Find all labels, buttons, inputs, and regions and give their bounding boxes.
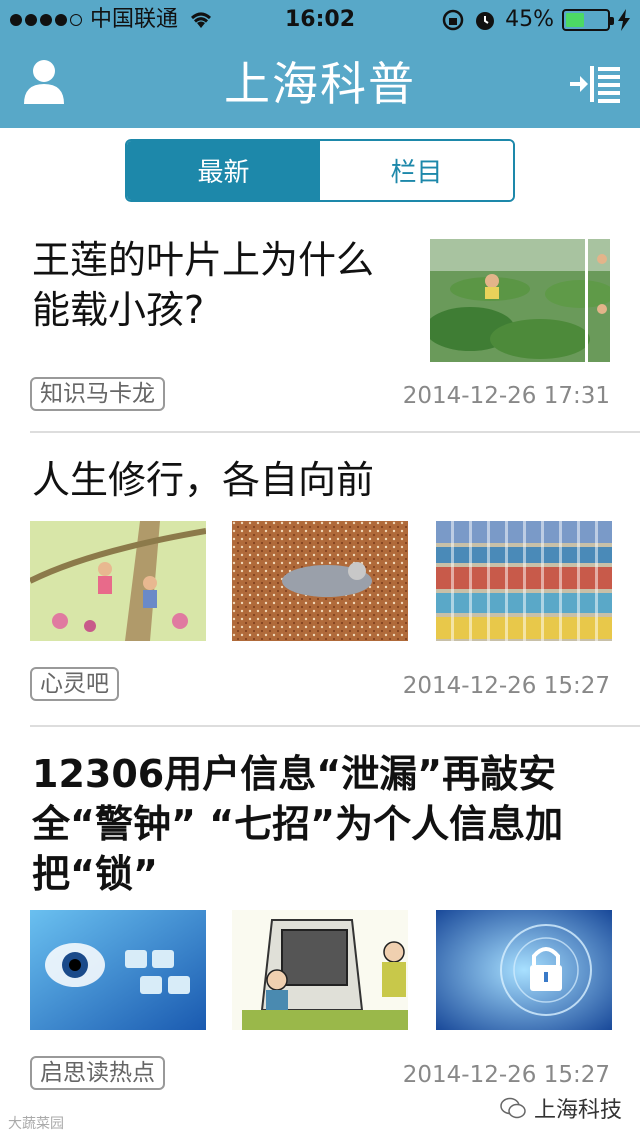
article-thumbnail [232, 910, 408, 1030]
account-name: 上海科技 [533, 1098, 622, 1123]
charging-icon [618, 9, 630, 31]
article-title: 12306用户信息“泄漏”再敲安 全“警钟” “七招”为个人信息加 把“锁” [32, 752, 564, 896]
battery-percent: 45% [505, 7, 554, 32]
category-tag[interactable]: 启思读热点 [30, 1056, 165, 1090]
category-tag[interactable]: 心灵吧 [30, 667, 119, 701]
divider [30, 431, 640, 433]
article-thumbnail [30, 521, 206, 641]
article-title: 人生修行，各自向前 [32, 458, 375, 502]
article-thumbnail [436, 910, 612, 1030]
segmented-control: 最新 栏目 [125, 139, 515, 202]
article-thumbnail [30, 910, 206, 1030]
watermark-left: 大蔬菜园 [8, 1116, 64, 1132]
article-date: 2014-12-26 17:31 [402, 383, 610, 409]
tab-latest[interactable]: 最新 [127, 141, 320, 200]
article-date: 2014-12-26 15:27 [402, 673, 610, 699]
nav-bar: 上海科普 [0, 40, 640, 128]
menu-icon[interactable] [568, 62, 622, 106]
article-thumbnail [436, 521, 612, 641]
tab-columns[interactable]: 栏目 [320, 141, 513, 200]
article-date: 2014-12-26 15:27 [402, 1062, 610, 1088]
status-right: 45% [441, 6, 630, 34]
article-item[interactable]: 人生修行，各自向前 心灵吧 2014-12-26 15:27 [0, 435, 640, 727]
battery-fill [566, 13, 584, 27]
alarm-icon [476, 12, 495, 30]
category-tag[interactable]: 知识马卡龙 [30, 377, 165, 411]
article-title: 王莲的叶片上为什么 能载小孩? [32, 238, 375, 332]
rotation-lock-icon [442, 9, 464, 31]
account-watermark: 上海科技 [500, 1092, 622, 1124]
article-thumbnail [232, 521, 408, 641]
article-item[interactable]: 王莲的叶片上为什么 能载小孩? 知识马卡龙 2014-12-26 17:31 [0, 225, 640, 435]
article-item[interactable]: 12306用户信息“泄漏”再敲安 全“警钟” “七招”为个人信息加 把“锁” 启… [0, 727, 640, 1117]
article-thumbnail [430, 239, 610, 362]
wechat-icon [500, 1097, 526, 1119]
status-bar: 中国联通 16:02 45% [0, 0, 640, 40]
battery-icon [562, 9, 614, 31]
page-title: 上海科普 [224, 57, 416, 111]
